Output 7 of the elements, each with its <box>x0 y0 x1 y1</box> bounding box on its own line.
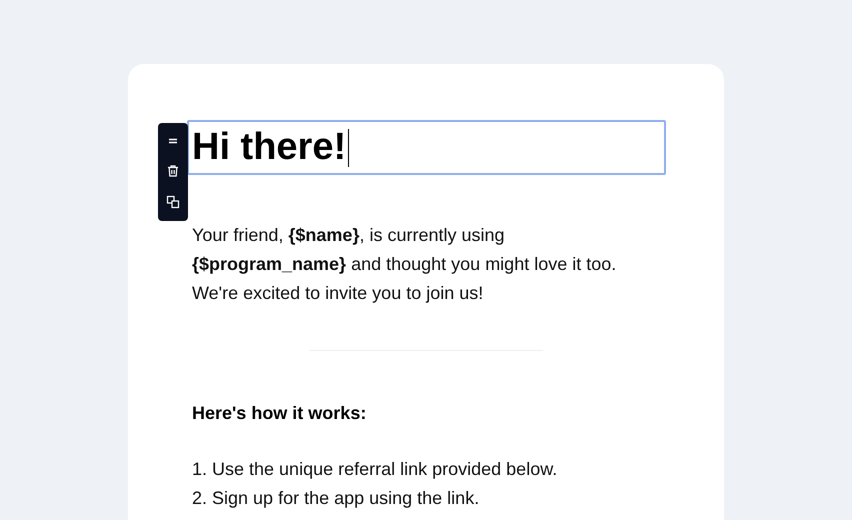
duplicate-icon[interactable] <box>166 194 180 209</box>
section-heading: Here's how it works: <box>192 402 368 425</box>
step-item: 1. Use the unique referral link provided below. <box>192 458 558 481</box>
intro-paragraph: Your friend, {$name}, is currently using {$program_name} and thought you might love it too. We're excited to invite you to join us! <box>192 224 618 305</box>
heading-field[interactable]: Hi there! <box>187 120 666 175</box>
trash-icon[interactable] <box>166 164 180 178</box>
step-item: 2. Sign up for the app using the link. <box>192 487 480 510</box>
